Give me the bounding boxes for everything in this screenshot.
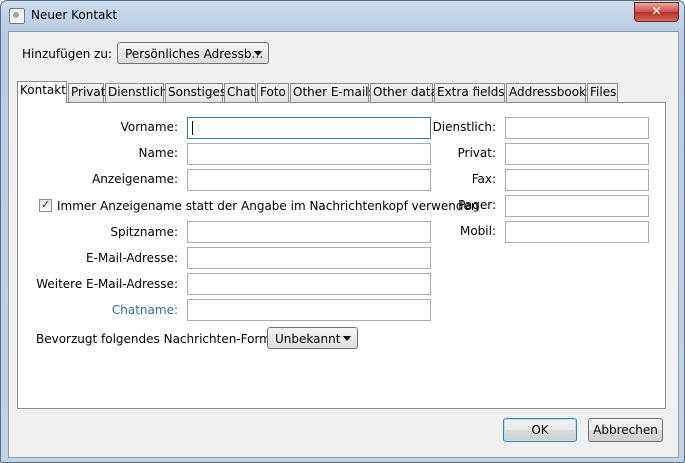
checkmark-icon: ✓ [41,198,51,211]
dialog-body: Hinzufügen zu: Persönliches Adressb… Kon… [8,31,679,458]
lastname-label: Name: [138,146,178,160]
pager-input[interactable] [505,195,649,217]
addto-label: Hinzufügen zu: [22,47,113,61]
prefer-display-label[interactable]: Immer Anzeigename statt der Angabe im Na… [57,199,479,213]
chevron-down-icon [254,51,262,56]
displayname-label: Anzeigename: [92,172,178,186]
tab-addressbooks[interactable]: Addressbooks [506,83,592,102]
displayname-input[interactable] [187,169,431,191]
firstname-input[interactable] [187,117,431,139]
tab-chat[interactable]: Chat [224,83,256,102]
tab-kontakt[interactable]: Kontakt [17,81,67,103]
format-label: Bevorzugt folgendes Nachrichten-Format: [36,332,287,346]
tab-other-data[interactable]: Other data [370,83,438,102]
text-caret [192,121,193,135]
email2-label: Weitere E-Mail-Adresse: [36,277,178,291]
title-bar[interactable]: Neuer Kontakt ✕ [1,1,684,31]
tab-privat[interactable]: Privat [68,83,105,102]
dialog-window: Neuer Kontakt ✕ Hinzufügen zu: Persönlic… [0,0,685,463]
tab-sonstiges[interactable]: Sonstiges [165,83,226,102]
app-icon [9,8,25,24]
home-phone-input[interactable] [505,143,649,165]
mobile-input[interactable] [505,221,649,243]
prefer-display-checkbox[interactable]: ✓ [39,198,52,212]
tab-other-emails[interactable]: Other E-mails [290,83,375,102]
tab-dienstlich[interactable]: Dienstlich [105,83,167,102]
chatname-label[interactable]: Chatname: [18,303,178,317]
work-phone-input[interactable] [505,117,649,139]
work-phone-label: Dienstlich: [432,120,496,134]
cancel-button[interactable]: Abbrechen [588,418,663,442]
email-input[interactable] [187,247,431,269]
tab-extra-fields[interactable]: Extra fields [434,83,505,102]
fax-input[interactable] [505,169,649,191]
close-icon: ✕ [651,4,662,18]
tab-panel-kontakt: Vorname: Name: Anzeigename: ✓ Immer Anze… [17,102,666,409]
nickname-input[interactable] [187,221,431,243]
tab-foto[interactable]: Foto [257,83,289,102]
fax-label: Fax: [471,172,496,186]
nickname-label: Spitzname: [110,225,178,239]
tab-files[interactable]: Files [587,83,618,102]
chevron-down-icon [343,336,351,341]
format-select[interactable]: Unbekannt [267,327,358,349]
firstname-label: Vorname: [120,120,178,134]
lastname-input[interactable] [187,143,431,165]
ok-button[interactable]: OK [503,418,577,442]
close-button[interactable]: ✕ [634,2,679,22]
window-title: Neuer Kontakt [31,8,118,22]
email-label: E-Mail-Adresse: [86,251,178,265]
addressbook-select-value: Persönliches Adressb… [125,47,264,61]
format-select-value: Unbekannt [275,332,341,346]
addressbook-select[interactable]: Persönliches Adressb… [117,42,269,64]
chatname-input[interactable] [187,299,431,321]
pager-label: Pager: [458,198,496,212]
home-phone-label: Privat: [457,146,497,160]
mobile-label: Mobil: [459,224,496,238]
email2-input[interactable] [187,273,431,295]
